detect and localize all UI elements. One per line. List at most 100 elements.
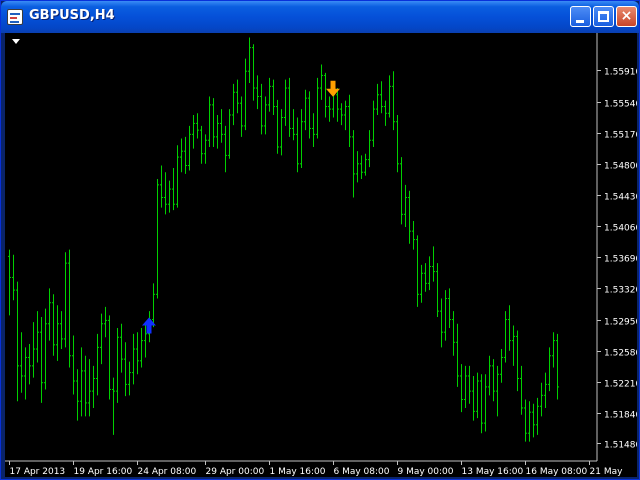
price-tick-label: 1.53320	[604, 286, 637, 296]
ohlc-bar	[236, 79, 239, 114]
ohlc-bar	[56, 305, 59, 361]
ohlc-bar	[456, 323, 459, 387]
time-tick-label: 6 May 08:00	[334, 467, 390, 477]
chart-menu-arrow-icon[interactable]	[12, 39, 20, 44]
ohlc-bar	[276, 99, 279, 154]
time-tick-label: 9 May 00:00	[398, 467, 454, 477]
ohlc-bar	[420, 264, 423, 303]
time-tick-label: 16 May 08:00	[526, 467, 588, 477]
ohlc-bar	[368, 130, 371, 168]
maximize-button[interactable]	[593, 6, 614, 27]
price-tick-label: 1.52210	[604, 380, 637, 390]
ohlc-bar	[360, 155, 363, 179]
ohlc-bar	[492, 359, 495, 402]
window-title: GBPUSD,H4	[29, 8, 115, 23]
time-tick-label: 24 Apr 08:00	[138, 467, 197, 477]
ohlc-bar	[8, 249, 11, 316]
close-button[interactable]: ×	[616, 6, 637, 27]
price-chart-canvas[interactable]: 1.55910 1.55540 1.55170 1.54800 1.54430 1.540…	[5, 33, 637, 477]
price-tick-label: 1.54060	[604, 224, 637, 234]
ohlc-bar	[92, 365, 95, 408]
ohlc-bar	[532, 403, 535, 438]
ohlc-bar	[180, 138, 183, 173]
price-tick-label: 1.53690	[604, 255, 637, 265]
price-tick-label: 1.52580	[604, 349, 637, 359]
ohlc-bar	[464, 365, 467, 408]
ohlc-bar	[328, 96, 331, 122]
minimize-button[interactable]	[570, 6, 591, 27]
ohlc-bar	[12, 254, 15, 301]
ohlc-bar	[32, 322, 35, 378]
ohlc-bar	[76, 369, 79, 421]
ohlc-bar	[164, 172, 167, 215]
maximize-icon	[598, 11, 609, 22]
ohlc-bar	[512, 325, 515, 366]
ohlc-bar	[408, 190, 411, 244]
ohlc-bar	[232, 83, 235, 126]
ohlc-bar	[296, 117, 299, 173]
ohlc-bar	[356, 151, 359, 183]
ohlc-bar	[484, 374, 487, 432]
time-tick-label: 17 Apr 2013	[10, 467, 66, 477]
ohlc-bar	[556, 333, 559, 400]
time-tick-label: 13 May 16:00	[462, 467, 524, 477]
ohlc-bar	[384, 100, 387, 126]
ohlc-bar	[480, 374, 483, 434]
ohlc-bar	[348, 94, 351, 147]
ohlc-bar	[84, 355, 87, 417]
ohlc-bar	[20, 332, 23, 393]
ohlc-bar	[404, 184, 407, 227]
time-tick-label: 21 May	[590, 467, 624, 477]
price-tick-label: 1.51480	[604, 441, 637, 451]
ohlc-bar	[284, 79, 287, 126]
ohlc-bar	[304, 89, 307, 131]
price-tick-label: 1.54800	[604, 162, 637, 172]
price-tick-label: 1.55170	[604, 131, 637, 141]
ohlc-bar	[124, 342, 127, 397]
time-tick-label: 29 Apr 00:00	[206, 467, 265, 477]
ohlc-bar	[136, 332, 139, 375]
ohlc-bar	[452, 311, 455, 356]
ohlc-bar	[488, 355, 491, 396]
ohlc-bar	[28, 343, 31, 385]
ohlc-bar	[68, 249, 71, 368]
chart-window-icon[interactable]	[7, 9, 23, 25]
ohlc-bar	[88, 359, 91, 417]
ohlc-bar	[300, 109, 303, 169]
ohlc-bar	[448, 288, 451, 328]
price-tick-label: 1.52950	[604, 318, 637, 328]
ohlc-bar	[64, 252, 67, 348]
ohlc-bar	[132, 333, 135, 385]
ohlc-bar	[432, 246, 435, 282]
ohlc-bar	[16, 281, 19, 402]
ohlc-bar	[96, 333, 99, 396]
ohlc-bar	[472, 375, 475, 421]
ohlc-bar	[372, 100, 375, 147]
close-icon: ×	[620, 8, 633, 24]
ohlc-bar	[336, 88, 339, 122]
ohlc-bar	[324, 72, 327, 118]
ohlc-bar	[208, 96, 211, 147]
price-chart[interactable]: 1.55910 1.55540 1.55170 1.54800 1.54430 1.540…	[5, 33, 637, 477]
ohlc-bar	[112, 377, 115, 435]
ohlc-bar	[388, 75, 391, 118]
ohlc-bar	[352, 130, 355, 198]
ohlc-bar	[128, 361, 131, 396]
time-tick-label: 1 May 16:00	[270, 467, 326, 477]
ohlc-bar	[312, 113, 315, 147]
ohlc-bar	[120, 323, 123, 373]
ohlc-bar	[528, 401, 531, 442]
ohlc-bar	[424, 263, 427, 292]
ohlc-bar	[220, 109, 223, 143]
ohlc-bar	[524, 399, 527, 442]
ohlc-bar	[192, 114, 195, 149]
ohlc-bar	[440, 298, 443, 348]
ohlc-bar	[228, 109, 231, 159]
price-tick-label: 1.55540	[604, 100, 637, 110]
ohlc-bar	[240, 96, 243, 137]
ohlc-bar	[80, 347, 83, 417]
title-bar[interactable]: GBPUSD,H4 ×	[1, 1, 639, 33]
ohlc-bar	[344, 100, 347, 131]
ohlc-bar	[260, 83, 263, 135]
ohlc-bar	[160, 165, 163, 208]
